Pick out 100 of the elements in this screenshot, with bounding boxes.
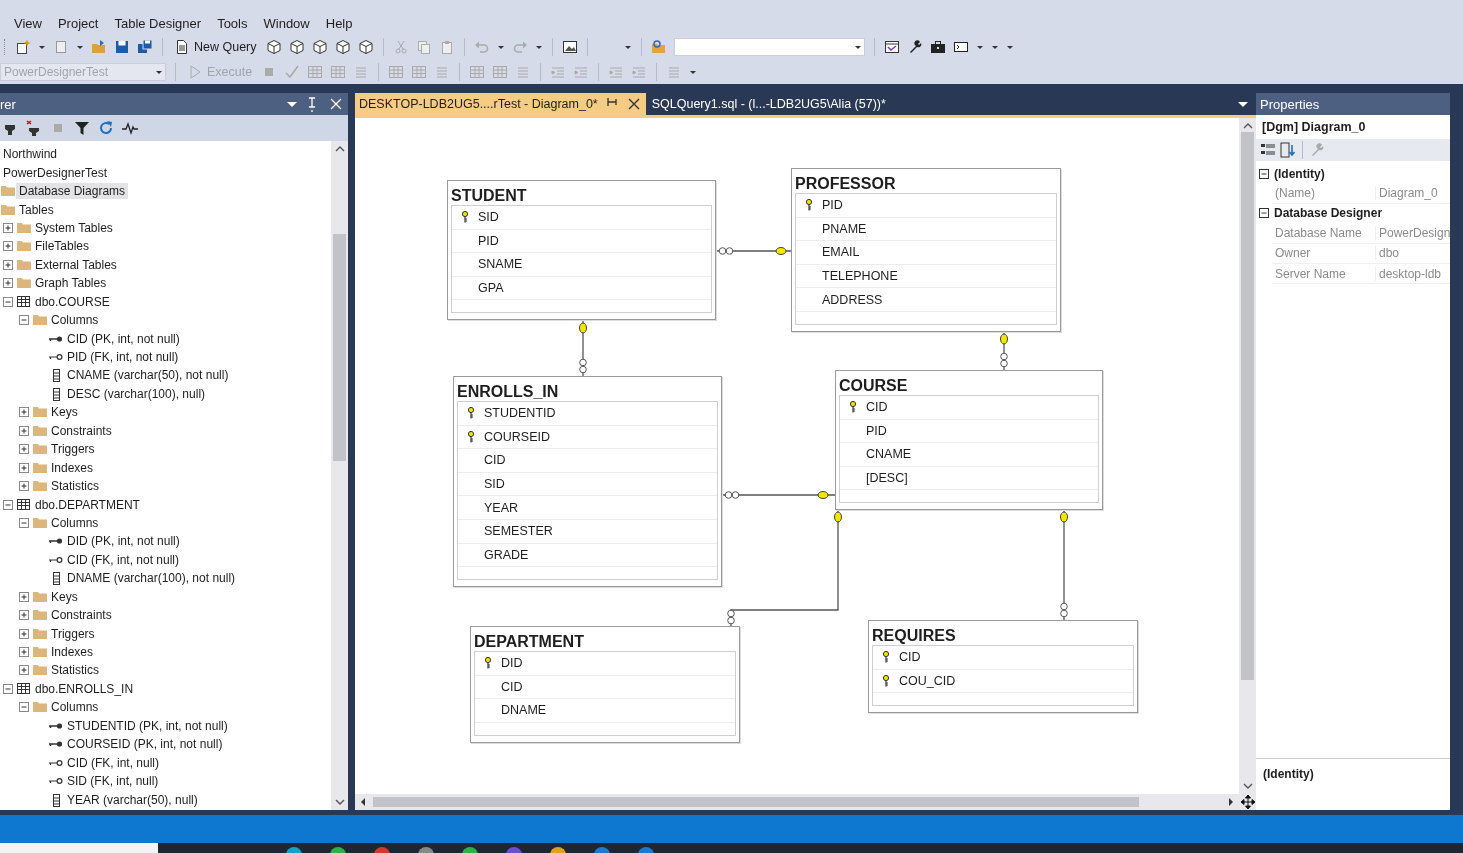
property-name: Server Name xyxy=(1274,266,1347,281)
column-name: PID xyxy=(478,233,499,248)
tree-item[interactable]: YEAR (varchar(50), null) xyxy=(64,791,201,808)
tree-item[interactable]: Database Diagrams xyxy=(16,183,129,200)
tree-item[interactable]: DNAME (varchar(100), not null) xyxy=(64,570,239,587)
menu-item[interactable]: Window xyxy=(255,13,318,33)
table-card[interactable]: REQUIRES CID COU_CID xyxy=(868,620,1138,714)
tree-item[interactable]: Statistics xyxy=(48,662,102,679)
scrollbar-thumb[interactable] xyxy=(333,234,346,461)
tree-item[interactable]: dbo.COURSE xyxy=(32,293,113,310)
tree-item[interactable]: CNAME (varchar(50), not null) xyxy=(64,367,232,384)
tree-item[interactable]: Columns xyxy=(48,514,102,531)
tree-item[interactable]: Keys xyxy=(48,404,81,421)
cube-icon[interactable] xyxy=(311,38,328,55)
table-card[interactable]: COURSE CID PID CNAME [DESC] xyxy=(835,370,1103,511)
tree-item[interactable]: Constraints xyxy=(48,607,115,624)
document-tab[interactable]: SQLQuery1.sql - (l...-LDB2UG5\Alia (57))* xyxy=(647,93,890,115)
table-card[interactable]: STUDENT SID PID SNAME GPA xyxy=(447,180,716,321)
tree-item[interactable]: COURSEID (PK, int, not null) xyxy=(64,736,226,753)
filter-icon[interactable] xyxy=(74,120,90,136)
move-icon[interactable] xyxy=(1240,794,1256,810)
tree-item[interactable]: System Tables xyxy=(32,219,116,236)
column-name: CNAME xyxy=(866,447,912,462)
menu-item[interactable]: Help xyxy=(317,13,361,33)
tree-item[interactable]: External Tables xyxy=(32,256,120,273)
new-query-button[interactable]: New Query xyxy=(172,38,259,55)
new-file-icon[interactable] xyxy=(15,38,31,55)
tree-item[interactable]: Indexes xyxy=(48,459,97,476)
column-name: CID xyxy=(899,650,921,665)
column-name: PID xyxy=(822,198,843,213)
tree-item[interactable]: DID (PK, int, not null) xyxy=(64,533,183,550)
cube-icon[interactable] xyxy=(334,38,351,55)
tree-item[interactable]: Columns xyxy=(48,699,102,716)
property-value[interactable]: PowerDesign xyxy=(1375,225,1450,240)
tree-item[interactable]: CID (FK, int, null) xyxy=(64,754,162,771)
column-name: EMAIL xyxy=(822,245,860,260)
category-label[interactable]: (Identity) xyxy=(1274,166,1325,181)
tree-item[interactable]: PowerDesignerTest xyxy=(0,164,111,181)
folder-search-icon[interactable] xyxy=(650,38,667,55)
collapse-icon[interactable] xyxy=(1258,207,1270,220)
table-icon xyxy=(16,293,32,310)
tree-item[interactable]: Indexes xyxy=(48,644,97,661)
close-icon[interactable] xyxy=(328,96,344,112)
table-title: STUDENT xyxy=(451,187,527,205)
refresh-icon[interactable] xyxy=(98,120,114,136)
property-name: Owner xyxy=(1274,246,1312,261)
menu-item[interactable]: Table Designer xyxy=(106,13,210,33)
column-name: PID xyxy=(866,423,887,438)
property-value[interactable]: dbo xyxy=(1375,246,1400,261)
tree-item[interactable]: Graph Tables xyxy=(32,275,110,292)
column-name: SNAME xyxy=(478,257,523,272)
unplug-icon[interactable] xyxy=(26,120,42,136)
tree-item[interactable]: Tables xyxy=(16,201,57,218)
categorized-icon[interactable] xyxy=(1260,142,1276,158)
tree-item[interactable]: Columns xyxy=(48,312,102,329)
picture-icon[interactable] xyxy=(561,38,578,55)
toolbox-icon[interactable] xyxy=(929,38,946,55)
tree-item[interactable]: DESC (varchar(100), null) xyxy=(64,385,209,402)
tree-item[interactable]: Keys xyxy=(48,588,81,605)
open-folder-icon[interactable] xyxy=(91,38,107,55)
property-value[interactable]: Diagram_0 xyxy=(1375,186,1438,201)
tree-item[interactable]: Triggers xyxy=(48,441,98,458)
column-name: DID xyxy=(501,656,523,671)
menu-item[interactable]: Project xyxy=(49,13,107,33)
tree-item[interactable]: FileTables xyxy=(32,238,93,255)
table-card[interactable]: ENROLLS_IN STUDENTID COURSEID CID SID YEAR SEMESTER GRADE xyxy=(453,376,722,588)
menu-item[interactable]: Tools xyxy=(209,13,256,33)
save-icon[interactable] xyxy=(114,38,130,55)
copy-icon[interactable] xyxy=(415,38,432,55)
add-file-icon[interactable] xyxy=(53,38,69,55)
sort-icon[interactable] xyxy=(1280,142,1296,158)
check-icon[interactable] xyxy=(284,63,301,80)
table-card[interactable]: DEPARTMENT DID CID DNAME xyxy=(470,626,740,743)
scrollbar-thumb[interactable] xyxy=(373,797,1139,807)
activity-icon[interactable] xyxy=(122,120,138,136)
tree-item[interactable]: Northwind xyxy=(0,146,61,163)
menu-item[interactable]: View xyxy=(6,13,50,33)
tree-item[interactable]: CID (FK, int, not null) xyxy=(64,551,183,568)
collapse-icon[interactable] xyxy=(1258,167,1270,180)
cube-icon[interactable] xyxy=(357,38,374,55)
tree-item[interactable]: dbo.DEPARTMENT xyxy=(32,496,143,513)
cube-icon[interactable] xyxy=(265,38,282,55)
property-value[interactable]: desktop-ldb xyxy=(1375,266,1442,281)
tree-item[interactable]: PID (FK, int, not null) xyxy=(64,349,182,366)
tree-item[interactable]: STUDENTID (PK, int, not null) xyxy=(64,717,231,734)
save-all-icon[interactable] xyxy=(137,38,153,55)
cube-icon[interactable] xyxy=(288,38,305,55)
tree-item[interactable]: SID (FK, int, null) xyxy=(64,773,162,790)
document-tab[interactable]: DESKTOP-LDB2UG5....rTest - Diagram_0* xyxy=(355,93,646,115)
category-label[interactable]: Database Designer xyxy=(1274,206,1383,221)
table-card[interactable]: PROFESSOR PID PNAME EMAIL TELEPHONE ADDRESS xyxy=(791,168,1061,332)
tree-item[interactable]: CID (PK, int, not null) xyxy=(64,330,183,347)
combo-field[interactable] xyxy=(673,37,865,56)
tree-item[interactable]: Constraints xyxy=(48,422,115,439)
window-check-icon[interactable] xyxy=(883,38,900,55)
document-icon xyxy=(174,38,190,55)
tree-item[interactable]: Triggers xyxy=(48,625,98,642)
scrollbar-thumb[interactable] xyxy=(1241,132,1254,680)
tree-item[interactable]: dbo.ENROLLS_IN xyxy=(32,680,137,697)
tree-item[interactable]: Statistics xyxy=(48,478,102,495)
